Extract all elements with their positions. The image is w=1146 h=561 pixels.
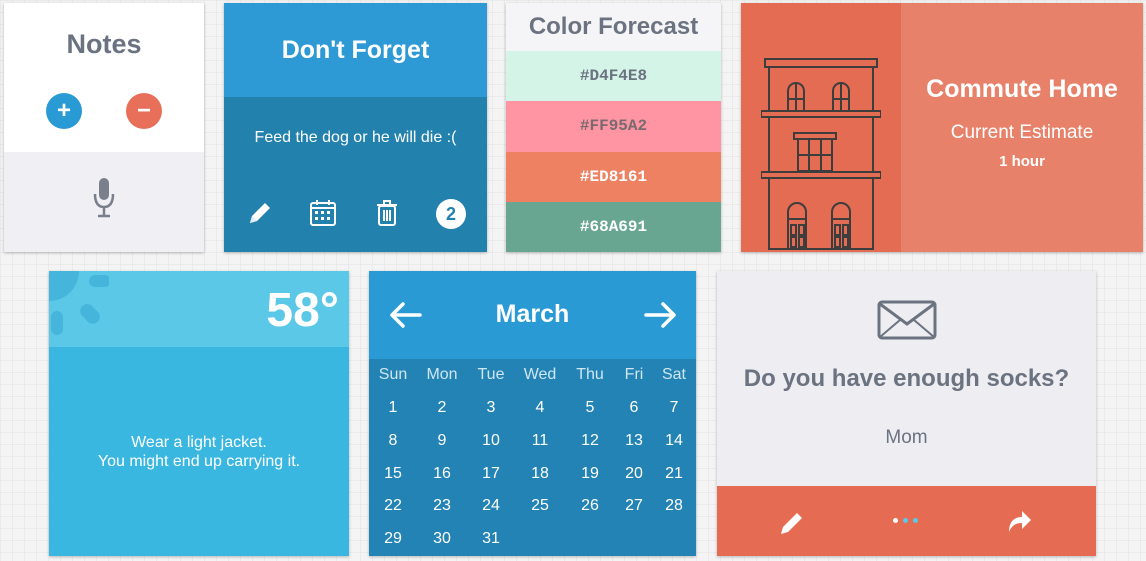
- voice-note-area[interactable]: [4, 152, 204, 252]
- color-swatch[interactable]: #FF95A2: [506, 101, 721, 152]
- weekday-label: Tue: [477, 366, 505, 383]
- calendar-day[interactable]: 24: [468, 497, 514, 515]
- weather-advice: Wear a light jacket. You might end up ca…: [49, 433, 349, 471]
- message-sender: Mom: [885, 427, 928, 448]
- weather-advice-line: You might end up carrying it.: [97, 453, 301, 470]
- calendar-day[interactable]: 30: [419, 530, 465, 548]
- calendar-day[interactable]: 8: [370, 432, 416, 450]
- calendar-day[interactable]: 3: [468, 399, 514, 417]
- reminder-count-badge[interactable]: 2: [436, 199, 466, 229]
- remove-note-button[interactable]: −: [126, 93, 162, 129]
- color-swatch[interactable]: #68A691: [506, 201, 721, 252]
- weather-widget: 58° Wear a light jacket. You might end u…: [49, 271, 349, 556]
- calendar-day[interactable]: 10: [468, 432, 514, 450]
- color-swatch[interactable]: #ED8161: [506, 151, 721, 202]
- reminder-title: Don't Forget: [281, 35, 430, 64]
- weekday-label: Thu: [576, 366, 604, 383]
- calendar-day[interactable]: 19: [567, 465, 613, 483]
- calendar-header: March: [369, 271, 696, 359]
- calendar-day[interactable]: 21: [651, 465, 696, 483]
- weather-header: 58°: [49, 271, 349, 347]
- microphone-icon[interactable]: [92, 178, 116, 218]
- calendar-day[interactable]: 5: [567, 399, 613, 417]
- calendar-day[interactable]: 17: [468, 465, 514, 483]
- commute-widget: Commute Home Current Estimate 1 hour: [741, 3, 1143, 252]
- weekday-label: Sun: [378, 366, 408, 383]
- message-question: Do you have enough socks?: [743, 365, 1070, 392]
- reminder-message: Feed the dog or he will die :(: [254, 129, 457, 146]
- page-dot[interactable]: [893, 518, 898, 523]
- weekday-label: Wed: [523, 366, 557, 383]
- share-arrow-icon[interactable]: [1005, 507, 1033, 535]
- calendar-day[interactable]: 28: [651, 497, 696, 515]
- pencil-icon[interactable]: [779, 508, 807, 536]
- sun-icon: [49, 271, 109, 335]
- weekday-label: Mon: [426, 366, 458, 383]
- add-note-button[interactable]: +: [46, 93, 82, 129]
- calendar-day[interactable]: 11: [517, 432, 563, 450]
- calendar-day[interactable]: 14: [651, 432, 696, 450]
- calendar-day[interactable]: 15: [370, 465, 416, 483]
- message-actions: [717, 486, 1096, 556]
- calendar-day[interactable]: 2: [419, 399, 465, 417]
- commute-subtitle: Current Estimate: [950, 122, 1094, 143]
- building-icon: [761, 58, 881, 250]
- message-widget: Do you have enough socks? Mom: [717, 271, 1096, 556]
- commute-estimate: 1 hour: [999, 153, 1045, 170]
- calendar-day[interactable]: 12: [567, 432, 613, 450]
- calendar-day[interactable]: 4: [517, 399, 563, 417]
- building-illustration-panel: [741, 3, 901, 252]
- calendar-day[interactable]: 1: [370, 399, 416, 417]
- commute-info: Commute Home Current Estimate 1 hour: [901, 3, 1143, 252]
- calendar-day[interactable]: 26: [567, 497, 613, 515]
- calendar-day[interactable]: 25: [517, 497, 563, 515]
- temperature: 58°: [266, 284, 339, 337]
- weather-advice-line: Wear a light jacket.: [131, 434, 267, 451]
- calendar-day[interactable]: 22: [370, 497, 416, 515]
- arrow-right-icon[interactable]: [643, 299, 679, 331]
- calendar-day[interactable]: 18: [517, 465, 563, 483]
- calendar-day[interactable]: 7: [651, 399, 696, 417]
- color-forecast-widget: Color Forecast #D4F4E8 #FF95A2 #ED8161 #…: [506, 3, 721, 252]
- calendar-day[interactable]: 16: [419, 465, 465, 483]
- calendar-day[interactable]: 23: [419, 497, 465, 515]
- calendar-widget: March Sun Mon Tue Wed Thu Fri Sat 1 2 3 4 5 6 7 8 9 10 11…: [369, 271, 696, 556]
- notes-widget: Notes + −: [4, 3, 204, 252]
- calendar-day[interactable]: 9: [419, 432, 465, 450]
- pencil-icon[interactable]: [244, 197, 276, 229]
- trash-icon[interactable]: [371, 197, 403, 229]
- envelope-icon: [877, 300, 937, 340]
- calendar-icon[interactable]: [307, 197, 339, 229]
- color-swatch[interactable]: #D4F4E8: [506, 51, 721, 102]
- calendar-day[interactable]: 29: [370, 530, 416, 548]
- page-dot[interactable]: [903, 518, 908, 523]
- reminder-widget: Don't Forget Feed the dog or he will die…: [224, 3, 487, 252]
- page-dot[interactable]: [913, 518, 918, 523]
- notes-title: Notes: [66, 29, 142, 59]
- calendar-day[interactable]: 31: [468, 530, 514, 548]
- weekday-label: Sat: [661, 366, 686, 383]
- color-forecast-title: Color Forecast: [528, 13, 699, 40]
- reminder-body: Feed the dog or he will die :(2: [224, 97, 487, 252]
- commute-title: Commute Home: [926, 75, 1118, 103]
